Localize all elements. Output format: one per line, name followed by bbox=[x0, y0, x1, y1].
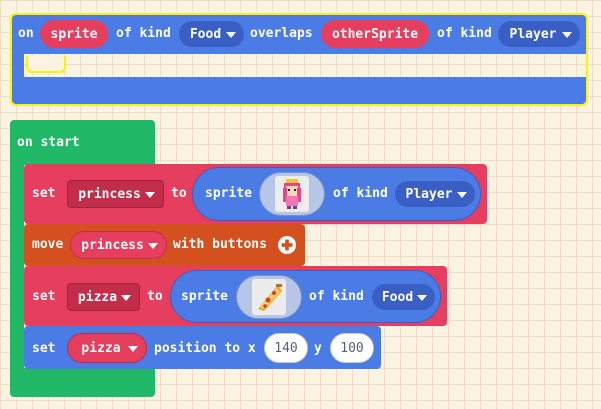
with-buttons-label: with buttons bbox=[173, 237, 267, 252]
overlaps-label: overlaps bbox=[250, 26, 313, 41]
set-label-2: set bbox=[32, 289, 56, 304]
set-label: set bbox=[32, 186, 56, 201]
sprite-variable[interactable]: sprite bbox=[40, 20, 108, 48]
on-start-left-arm bbox=[10, 165, 24, 372]
position-to-x-label: position to x bbox=[154, 341, 256, 356]
overlap-of-kind-label-1: of kind bbox=[116, 26, 171, 41]
on-start-label: on start bbox=[17, 135, 80, 150]
kind-dropdown-player[interactable]: Player bbox=[498, 21, 580, 47]
overlap-footer bbox=[12, 77, 586, 104]
overlap-left-arm bbox=[12, 54, 24, 77]
sprite-label-2: sprite bbox=[181, 289, 228, 304]
pizza-variable-dropdown[interactable]: pizza bbox=[67, 283, 140, 311]
of-kind-label-2: of kind bbox=[309, 289, 364, 304]
overlap-of-kind-label-2: of kind bbox=[437, 26, 492, 41]
overlap-on-label: on bbox=[18, 26, 34, 41]
to-label-2: to bbox=[147, 289, 163, 304]
y-value-input[interactable]: 100 bbox=[330, 333, 374, 363]
princess-variable-dropdown[interactable]: princess bbox=[67, 180, 164, 208]
on-start-footer bbox=[10, 368, 155, 397]
princess-variable-dropdown-2[interactable]: princess bbox=[70, 231, 167, 259]
set-label-3: set bbox=[32, 341, 56, 356]
princess-sprite-image bbox=[275, 176, 309, 212]
of-kind-label: of kind bbox=[333, 186, 388, 201]
move-label: move bbox=[32, 237, 64, 252]
pizza-variable-dropdown-2[interactable]: pizza bbox=[67, 333, 147, 363]
other-sprite-variable[interactable]: otherSprite bbox=[321, 20, 429, 48]
kind-dropdown-food[interactable]: Food bbox=[179, 21, 244, 47]
kind-dropdown-food-2[interactable]: Food bbox=[372, 284, 435, 310]
pizza-sprite-image bbox=[252, 279, 286, 315]
to-label: to bbox=[171, 186, 187, 201]
y-label: y bbox=[314, 341, 322, 356]
kind-dropdown-player-2[interactable]: Player bbox=[395, 181, 475, 207]
x-value-input[interactable]: 140 bbox=[264, 333, 308, 363]
sprite-label: sprite bbox=[205, 186, 252, 201]
empty-statement-slot[interactable] bbox=[26, 56, 66, 73]
plus-circle-icon[interactable] bbox=[277, 235, 297, 255]
